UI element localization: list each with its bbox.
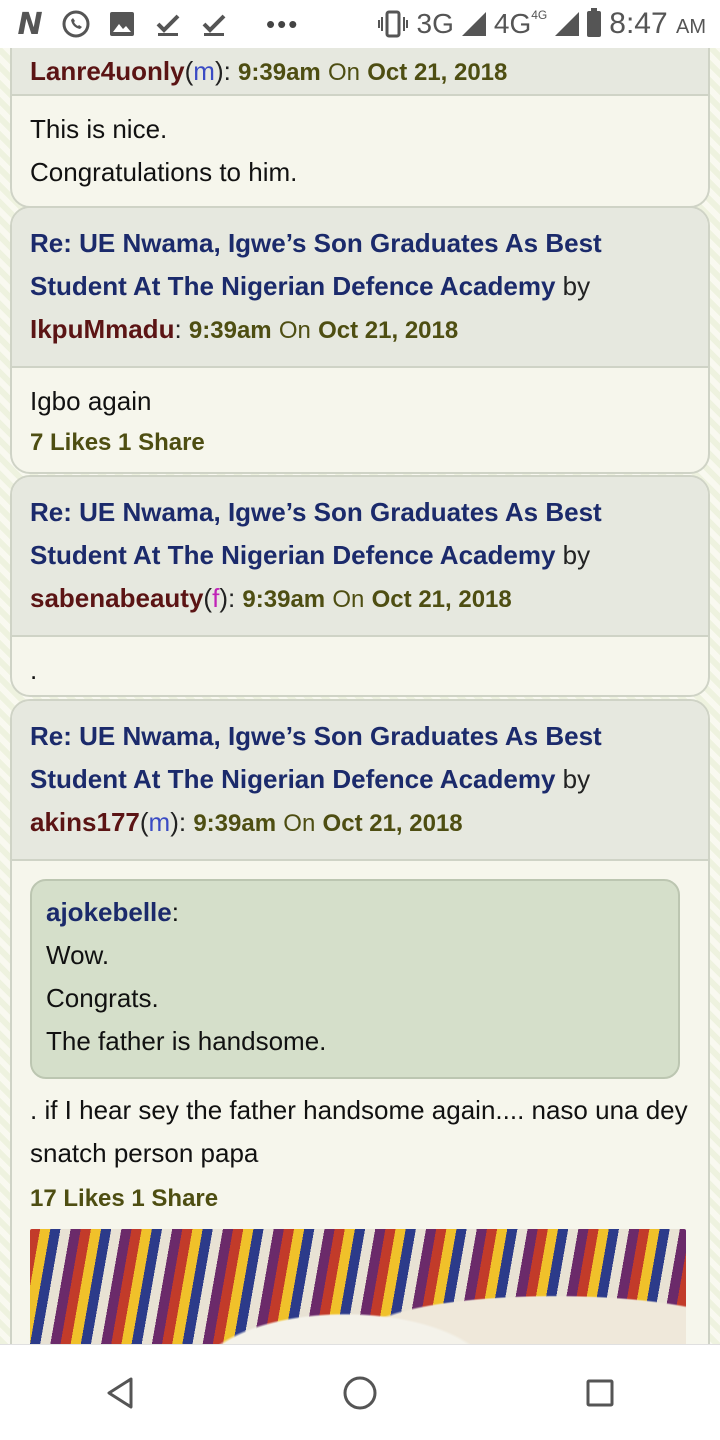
home-circle-icon <box>343 1376 377 1409</box>
recents-button[interactable] <box>570 1363 630 1423</box>
signal-icon-2 <box>555 12 580 36</box>
quote-author-link[interactable]: ajokebelle <box>46 897 172 927</box>
likes-shares-link[interactable]: 17 Likes 1 Share <box>30 1179 690 1219</box>
post-body: . <box>12 637 708 695</box>
post-by: by <box>562 764 591 794</box>
back-triangle-icon <box>107 1377 133 1408</box>
post-card: Re: UE Nwama, Igwe’s Son Graduates As Be… <box>10 699 710 1344</box>
navigation-bar <box>0 1344 720 1440</box>
post-time: 9:39am <box>188 317 272 344</box>
post-body: ajokebelle: Wow. Congrats. The father is… <box>12 861 708 1344</box>
recents-square-icon <box>586 1379 614 1406</box>
clock: 8:47 AM <box>609 7 706 40</box>
post-by: by <box>562 271 591 301</box>
post-header: Re: UE Nwama, Igwe’s Son Graduates As Be… <box>12 701 708 861</box>
vibrate-icon <box>377 8 409 40</box>
post-date: Oct 21, 2018 <box>322 810 463 837</box>
post-title-link[interactable]: Re: UE Nwama, Igwe’s Son Graduates As Be… <box>30 721 602 794</box>
post-on: On <box>332 586 365 613</box>
post-text-line: Igbo again <box>30 386 152 416</box>
post-by: by <box>562 540 591 570</box>
post-author-link[interactable]: IkpuMmadu <box>30 314 174 344</box>
post-image[interactable] <box>30 1229 686 1344</box>
post-text-line: Congratulations to him. <box>30 157 298 187</box>
post-card: Re: UE Nwama, Igwe’s Son Graduates As Be… <box>10 475 710 697</box>
post-time: 9:39am <box>193 810 277 837</box>
post-author-link[interactable]: akins177 <box>30 807 140 837</box>
more-notifications-icon: ••• <box>266 8 300 39</box>
post-header: Re: UE Nwama, Igwe’s Son Graduates As Be… <box>12 477 708 637</box>
post-text-line: . <box>30 655 38 685</box>
signal-icon <box>461 12 486 36</box>
likes-shares-link[interactable]: 7 Likes 1 Share <box>30 423 690 463</box>
quote-block: ajokebelle: Wow. Congrats. The father is… <box>30 879 680 1079</box>
quote-line: The father is handsome. <box>46 1026 327 1056</box>
download-done-icon-2 <box>198 8 230 40</box>
post-author-link[interactable]: sabenabeauty <box>30 583 203 613</box>
post-date: Oct 21, 2018 <box>371 586 512 613</box>
post-title-link[interactable]: Re: UE Nwama, Igwe’s Son Graduates As Be… <box>30 497 602 570</box>
post-card: Re: UE Nwama, Igwe’s Son Graduates As Be… <box>10 206 710 474</box>
post-header: Re: UE Nwama, Igwe’s Son Graduates As Be… <box>12 208 708 368</box>
post-on: On <box>283 810 316 837</box>
download-done-icon <box>152 8 184 40</box>
gender-label: f <box>212 583 220 613</box>
gender-label: m <box>148 807 171 837</box>
home-button[interactable] <box>330 1363 390 1423</box>
back-button[interactable] <box>90 1363 150 1423</box>
nfc-icon: N <box>17 6 43 42</box>
post-time: 9:39am <box>242 586 326 613</box>
quote-line: Congrats. <box>46 983 159 1013</box>
post-on: On <box>328 59 361 86</box>
status-bar: N ••• 3G 4G4G 8:47 AM <box>0 0 720 48</box>
post-body: This is nice. Congratulations to him. <box>12 96 708 206</box>
gallery-icon <box>106 8 138 40</box>
post-text-line: . if I hear sey the father handsome agai… <box>30 1095 688 1168</box>
post-text-line: This is nice. <box>30 114 168 144</box>
post-title-link[interactable]: Re: UE Nwama, Igwe’s Son Graduates As Be… <box>30 228 602 301</box>
whatsapp-icon <box>60 8 92 40</box>
gender-label: m <box>193 56 215 86</box>
post-time: 9:39am <box>238 59 321 86</box>
post-card: Lanre4uonly(m): 9:39am On Oct 21, 2018 T… <box>10 48 710 208</box>
post-date: Oct 21, 2018 <box>367 59 508 86</box>
post-header: Lanre4uonly(m): 9:39am On Oct 21, 2018 <box>12 48 708 96</box>
post-date: Oct 21, 2018 <box>318 317 459 344</box>
battery-icon <box>587 8 602 37</box>
post-author-link[interactable]: Lanre4uonly <box>30 56 185 86</box>
quote-line: Wow. <box>46 940 110 970</box>
post-on: On <box>278 317 311 344</box>
post-body: Igbo again 7 Likes 1 Share <box>12 368 708 472</box>
thread-content[interactable]: Lanre4uonly(m): 9:39am On Oct 21, 2018 T… <box>0 48 720 1344</box>
network-4g-label: 4G4G <box>493 8 548 39</box>
network-3g-label: 3G <box>416 8 454 39</box>
